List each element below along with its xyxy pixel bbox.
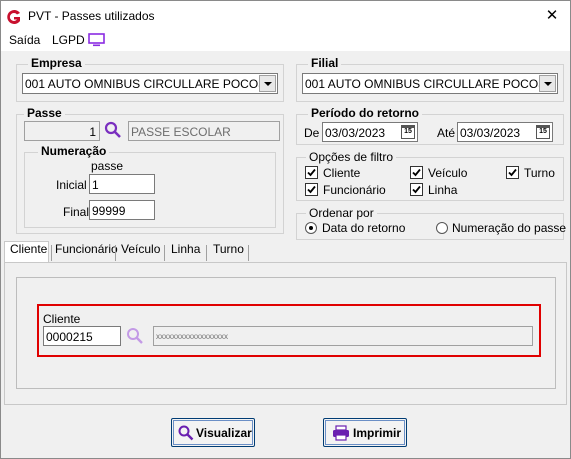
inicial-label: Inicial: [56, 178, 87, 192]
cliente-name-field[interactable]: xxxxxxxxxxxxxxxxxx: [153, 326, 533, 346]
checkbox-turno-label: Turno: [524, 166, 555, 180]
passe-description-field[interactable]: PASSE ESCOLAR: [128, 121, 280, 141]
window-title: PVT - Passes utilizados: [28, 9, 155, 23]
checkbox-veiculo[interactable]: [410, 166, 423, 179]
passe-code-field[interactable]: 1: [24, 121, 100, 141]
cliente-code-input[interactable]: 0000215: [43, 326, 121, 346]
filial-select[interactable]: 001 AUTO OMNIBUS CIRCULLARE POCOS DE: [302, 73, 558, 94]
checkbox-cliente[interactable]: [305, 166, 318, 179]
periodo-de-label: De: [304, 126, 320, 140]
close-button[interactable]: ✕: [540, 5, 564, 27]
tab-linha[interactable]: Linha: [171, 242, 200, 262]
periodo-ate-label: Até: [437, 126, 456, 140]
checkbox-cliente-label: Cliente: [323, 166, 361, 180]
visualizar-label: Visualizar: [196, 426, 252, 440]
imprimir-button[interactable]: Imprimir: [323, 418, 407, 447]
visualizar-button[interactable]: Visualizar: [171, 418, 255, 447]
tab-separator: [206, 245, 207, 261]
periodo-de-input[interactable]: 03/03/2023 15: [322, 122, 418, 142]
search-icon[interactable]: [126, 327, 144, 345]
empresa-label: Empresa: [28, 56, 85, 70]
ordenar-label: Ordenar por: [306, 206, 377, 220]
checkbox-veiculo-label: Veículo: [428, 166, 468, 180]
calendar-icon[interactable]: 15: [401, 125, 415, 139]
periodo-de-value: 03/03/2023: [325, 126, 386, 140]
search-icon: [178, 425, 194, 441]
filial-value: 001 AUTO OMNIBUS CIRCULLARE POCOS DE: [305, 77, 539, 91]
tab-cliente[interactable]: Cliente: [10, 242, 47, 262]
menu-item-saida[interactable]: Saída: [9, 33, 40, 47]
menu-bar: [1, 31, 570, 51]
checkbox-linha-label: Linha: [428, 183, 458, 197]
tab-separator: [51, 245, 52, 261]
tab-separator: [115, 245, 116, 261]
tab-turno[interactable]: Turno: [213, 242, 244, 262]
tab-separator: [164, 245, 165, 261]
numeracao-sublabel: passe: [91, 159, 124, 173]
inicial-value: 1: [92, 178, 99, 192]
tab-veiculo[interactable]: Veículo: [121, 242, 160, 262]
periodo-ate-input[interactable]: 03/03/2023 15: [457, 122, 553, 142]
cliente-code-value: 0000215: [46, 330, 93, 344]
imprimir-label: Imprimir: [353, 426, 402, 440]
app-logo-icon: [6, 9, 22, 25]
checkbox-turno[interactable]: [506, 166, 519, 179]
passe-label: Passe: [24, 106, 65, 120]
passe-description: PASSE ESCOLAR: [131, 125, 231, 139]
radio-numeracao-passe-label: Numeração do passe: [452, 221, 567, 235]
cliente-label: Cliente: [43, 312, 81, 326]
tab-funcionario[interactable]: Funcionário: [55, 242, 118, 262]
checkbox-funcionario[interactable]: [305, 183, 318, 196]
monitor-icon[interactable]: [88, 33, 105, 47]
radio-data-retorno[interactable]: [305, 222, 317, 234]
cliente-name-value: xxxxxxxxxxxxxxxxxx: [156, 332, 228, 341]
tab-separator: [248, 245, 249, 261]
numeracao-label: Numeração: [38, 144, 110, 158]
empresa-value: 001 AUTO OMNIBUS CIRCULLARE POCOS DE: [25, 77, 259, 91]
radio-data-retorno-label: Data do retorno: [322, 221, 406, 235]
inicial-input[interactable]: 1: [89, 174, 155, 194]
final-value: 99999: [92, 204, 126, 218]
checkbox-funcionario-label: Funcionário: [323, 183, 386, 197]
chevron-down-icon[interactable]: [259, 75, 276, 92]
periodo-label: Período do retorno: [308, 106, 422, 120]
radio-numeracao-passe[interactable]: [436, 222, 448, 234]
periodo-ate-value: 03/03/2023: [460, 126, 521, 140]
menu-item-lgpd[interactable]: LGPD: [52, 33, 85, 47]
empresa-select[interactable]: 001 AUTO OMNIBUS CIRCULLARE POCOS DE: [22, 73, 278, 94]
opcoes-label: Opções de filtro: [306, 150, 397, 164]
calendar-icon[interactable]: 15: [536, 125, 550, 139]
search-icon[interactable]: [104, 121, 122, 139]
printer-icon: [332, 425, 350, 441]
passe-code-value: 1: [89, 125, 96, 139]
final-label: Final: [63, 205, 90, 219]
final-input[interactable]: 99999: [89, 200, 155, 220]
chevron-down-icon[interactable]: [539, 75, 556, 92]
checkbox-linha[interactable]: [410, 183, 423, 196]
filial-label: Filial: [308, 56, 342, 70]
